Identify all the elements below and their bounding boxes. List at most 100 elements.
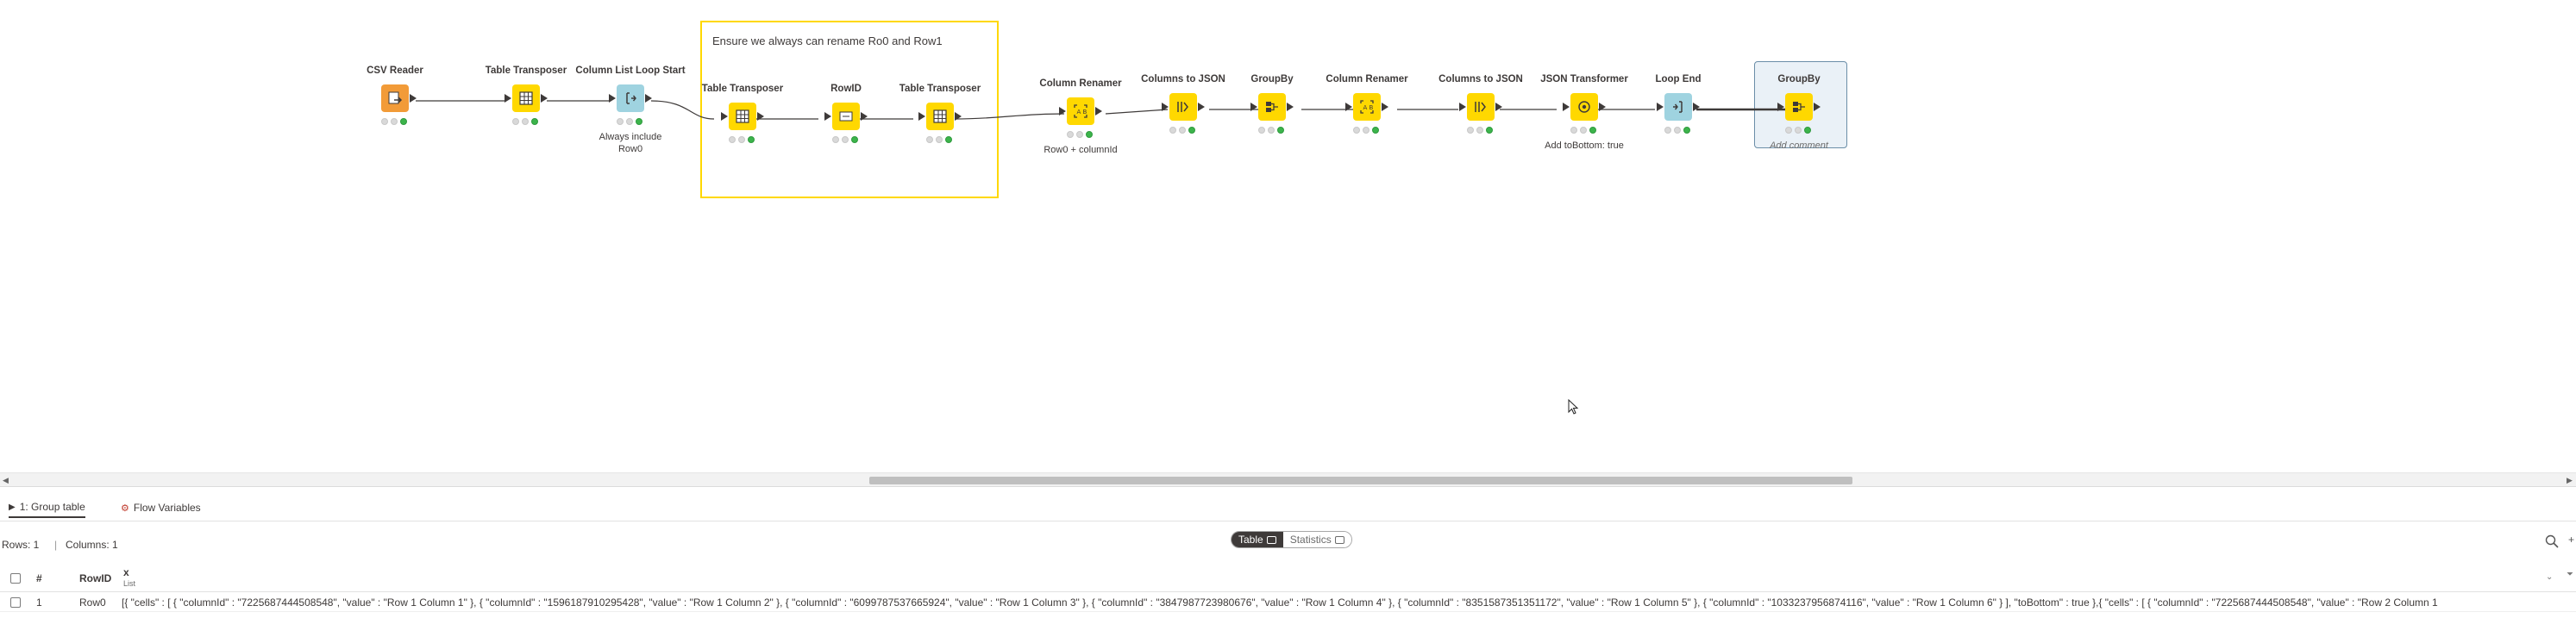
status-dot-executed — [636, 117, 642, 125]
columns-to-json-icon[interactable] — [1169, 93, 1197, 121]
flow-variable-icon: ⚙ — [121, 503, 129, 514]
tab-group-table[interactable]: ▶ 1: Group table — [9, 497, 85, 518]
node-title[interactable]: GroupBy — [1730, 74, 1868, 84]
status-dot — [1795, 126, 1802, 134]
input-port[interactable] — [1657, 103, 1664, 111]
node-loop-end[interactable]: Loop End — [1609, 74, 1747, 195]
output-port[interactable] — [1495, 103, 1502, 111]
statistics-view-option[interactable]: Statistics — [1282, 532, 1351, 547]
grid-icon[interactable] — [926, 103, 954, 130]
rowid-column-header[interactable]: RowID — [79, 572, 111, 584]
search-icon[interactable] — [2544, 534, 2560, 549]
status-dot-executed — [531, 117, 538, 125]
select-all-checkbox[interactable] — [10, 573, 21, 584]
canvas-horizontal-scrollbar[interactable]: ◀ ▶ — [0, 472, 2576, 486]
status-dot-executed — [1486, 126, 1493, 134]
output-port[interactable] — [1599, 103, 1606, 111]
groupby-icon[interactable] — [1258, 93, 1286, 121]
input-port[interactable] — [1250, 103, 1257, 111]
view-toggle[interactable]: Table Statistics — [1231, 531, 1352, 548]
output-port[interactable] — [1814, 103, 1821, 111]
output-port[interactable] — [861, 112, 868, 121]
input-port[interactable] — [1345, 103, 1352, 111]
output-port[interactable] — [541, 94, 548, 103]
grid-icon[interactable] — [512, 84, 540, 112]
node-status-indicator — [1785, 126, 1813, 134]
rename-icon[interactable]: A B — [1353, 93, 1381, 121]
status-dot — [626, 117, 633, 125]
output-port[interactable] — [1693, 103, 1700, 111]
node-title[interactable]: Loop End — [1609, 74, 1747, 84]
node-status-indicator — [1570, 126, 1598, 134]
status-dot — [1353, 126, 1360, 134]
output-port[interactable] — [1382, 103, 1388, 111]
panel-more-icon[interactable]: + — [2568, 534, 2574, 546]
input-port[interactable] — [721, 112, 728, 121]
row-checkbox[interactable] — [10, 597, 21, 608]
node-groupby-2[interactable]: GroupBy Add comment — [1730, 74, 1868, 195]
input-port[interactable] — [1162, 103, 1169, 111]
status-dot — [1467, 126, 1474, 134]
input-port[interactable] — [1059, 107, 1066, 116]
groupby-icon[interactable] — [1785, 93, 1813, 121]
scroll-right-icon[interactable]: ▶ — [2567, 476, 2573, 485]
statistics-view-label: Statistics — [1289, 534, 1332, 546]
status-dot — [729, 135, 736, 143]
input-port[interactable] — [1563, 103, 1570, 111]
scrollbar-thumb[interactable] — [869, 477, 1852, 484]
columns-to-json-icon[interactable] — [1467, 93, 1495, 121]
workflow-canvas[interactable]: Ensure we always can rename Ro0 and Row1… — [0, 0, 2576, 472]
columns-count: Columns: 1 — [66, 539, 118, 551]
node-status-indicator — [381, 117, 409, 125]
status-dot — [381, 117, 388, 125]
output-port[interactable] — [1095, 107, 1102, 116]
output-port[interactable] — [955, 112, 962, 121]
row-index: 1 — [36, 596, 42, 609]
status-dot-executed — [945, 135, 952, 143]
grid-icon[interactable] — [729, 103, 756, 130]
loop-start-icon[interactable] — [617, 84, 644, 112]
rowid-icon[interactable] — [832, 103, 860, 130]
node-title[interactable]: Table Transposer — [871, 84, 1009, 94]
table-view-icon — [1266, 535, 1276, 544]
node-status-indicator — [729, 135, 756, 143]
node-title[interactable]: CSV Reader — [326, 66, 464, 76]
chevron-down-icon[interactable]: ⌄ — [2546, 572, 2553, 582]
rename-icon[interactable]: A B — [1067, 97, 1094, 125]
input-port[interactable] — [1459, 103, 1466, 111]
mouse-cursor-icon — [1568, 399, 1579, 415]
input-port[interactable] — [1777, 103, 1784, 111]
node-status-indicator — [1258, 126, 1286, 134]
output-port[interactable] — [1287, 103, 1294, 111]
scroll-left-icon[interactable]: ◀ — [3, 476, 9, 485]
table-view-option[interactable]: Table — [1232, 532, 1283, 547]
node-table-transposer-3[interactable]: Table Transposer — [871, 84, 1009, 204]
add-comment-placeholder[interactable]: Add comment — [1730, 140, 1868, 152]
table-row[interactable]: 1 Row0 [{ "cells" : [ { "columnId" : "72… — [0, 593, 2576, 612]
status-dot — [512, 117, 519, 125]
status-dot — [1476, 126, 1483, 134]
tab-flow-variables[interactable]: ⚙ Flow Variables — [121, 497, 201, 518]
output-port[interactable] — [757, 112, 764, 121]
json-transformer-icon[interactable] — [1570, 93, 1598, 121]
status-dot-executed — [1277, 126, 1284, 134]
input-port[interactable] — [918, 112, 925, 121]
node-csv-reader[interactable]: CSV Reader — [326, 66, 464, 186]
status-dot — [1570, 126, 1577, 134]
node-status-indicator — [512, 117, 540, 125]
row-value: [{ "cells" : [ { "columnId" : "722568744… — [122, 596, 2438, 609]
csv-reader-icon[interactable] — [381, 84, 409, 112]
loop-end-icon[interactable] — [1664, 93, 1692, 121]
input-port[interactable] — [824, 112, 831, 121]
node-title[interactable]: Column List Loop Start — [561, 66, 699, 76]
output-port[interactable] — [410, 94, 417, 103]
output-port[interactable] — [645, 94, 652, 103]
x-column-header[interactable]: x — [123, 566, 129, 578]
status-dot-executed — [1372, 126, 1379, 134]
filter-icon[interactable]: ⏷ — [2567, 570, 2573, 579]
status-dot — [1580, 126, 1587, 134]
input-port[interactable] — [609, 94, 616, 103]
rows-count: Rows: 1 — [2, 539, 40, 551]
status-dot — [1067, 130, 1074, 138]
input-port[interactable] — [505, 94, 511, 103]
